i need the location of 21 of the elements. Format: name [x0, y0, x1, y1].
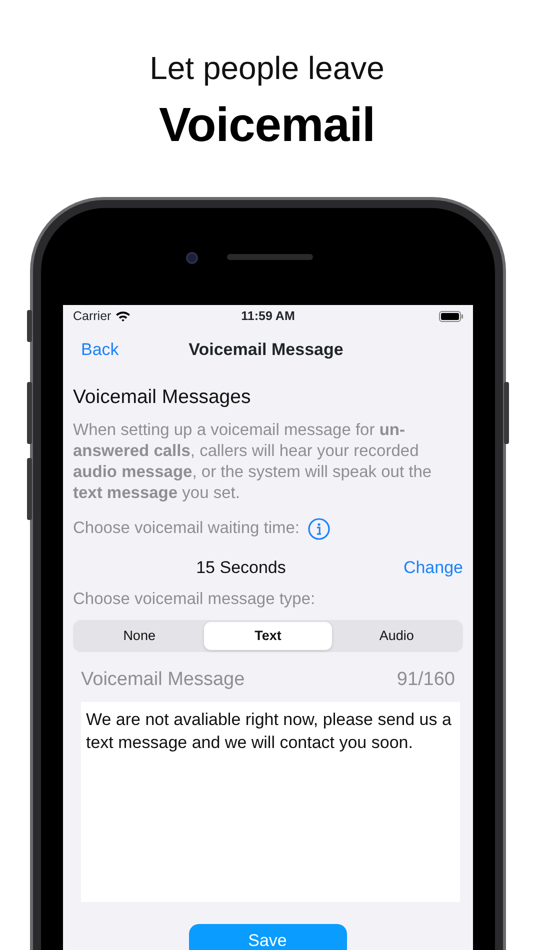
character-counter: 91/160	[396, 668, 455, 692]
description-text: When setting up a voicemail message for un-answered calls, callers will hear your recorded audio message, or the system will speak out the text message you set.	[73, 420, 433, 504]
message-type-label: Choose voicemail message type:	[73, 589, 316, 610]
message-field[interactable]: We are not avaliable right now, please send us a text message and we will contact you soon.	[81, 702, 460, 902]
camera-icon	[186, 252, 198, 264]
segment-tab[interactable]: Audio	[332, 622, 462, 650]
waiting-time-label: Choose voicemail waiting time:	[73, 518, 300, 540]
battery-icon	[439, 310, 463, 322]
headline-title: Voicemail	[158, 102, 376, 150]
segment-tab[interactable]: Text	[204, 622, 332, 650]
wifi-icon	[115, 310, 132, 322]
segment-tab[interactable]: None	[75, 622, 204, 650]
status-time: 11:59 AM	[241, 308, 295, 325]
carrier-label: Carrier	[73, 308, 112, 325]
section-title: Voicemail Messages	[73, 385, 252, 410]
headline: Let people leave	[150, 52, 384, 84]
speaker-icon	[227, 254, 313, 260]
nav-title: Voicemail Message	[188, 339, 344, 362]
waiting-time-value: 15 Seconds	[196, 557, 286, 580]
message-label: Voicemail Message	[81, 668, 245, 692]
info-icon[interactable]	[308, 518, 330, 540]
